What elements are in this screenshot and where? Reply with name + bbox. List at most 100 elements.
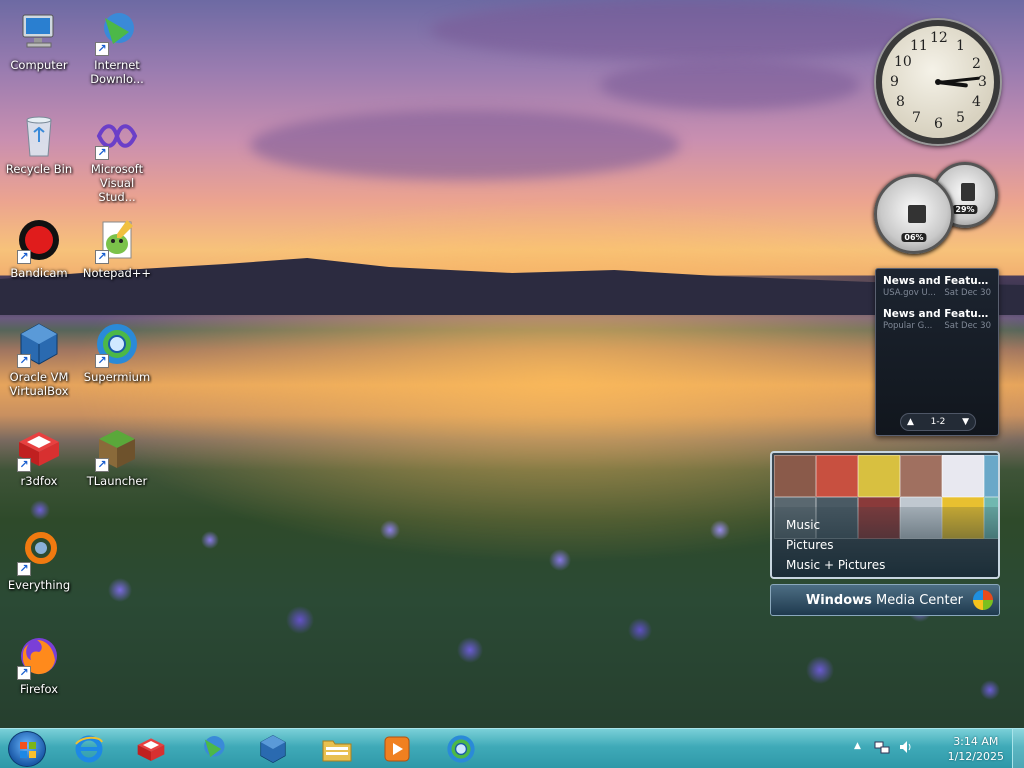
shortcut-arrow-icon: ↗ bbox=[95, 250, 109, 264]
cpu-meter-gadget[interactable]: 29% 06% bbox=[874, 160, 1000, 254]
taskbar: ▲ 3:14 AM 1/12/2025 bbox=[0, 728, 1024, 768]
desktop-icon-label: Everything bbox=[7, 578, 71, 592]
media-center-menu: Music Pictures Music + Pictures bbox=[772, 507, 998, 577]
media-menu-music-pictures[interactable]: Music + Pictures bbox=[786, 555, 984, 575]
shortcut-arrow-icon: ↗ bbox=[95, 458, 109, 472]
feed-page-indicator: 1-2 bbox=[930, 417, 946, 427]
shortcut-arrow-icon: ↗ bbox=[17, 250, 31, 264]
firefox-icon: ↗ bbox=[15, 632, 63, 680]
desktop-icon-tlauncher[interactable]: ↗ TLauncher bbox=[80, 424, 154, 488]
desktop-icon-label: Microsoft Visual Stud... bbox=[90, 162, 144, 204]
internet-download-manager-icon: ↗ bbox=[93, 8, 141, 56]
show-desktop-button[interactable] bbox=[1012, 729, 1024, 768]
desktop-icon-label: Supermium bbox=[83, 370, 151, 384]
clock-numeral: 9 bbox=[890, 74, 899, 90]
visual-studio-icon: ↗ bbox=[93, 112, 141, 160]
desktop-icon-label: Notepad++ bbox=[82, 266, 152, 280]
feed-prev-button[interactable]: ▲ bbox=[907, 417, 914, 427]
desktop-icon-r3dfox[interactable]: ↗ r3dfox bbox=[2, 424, 76, 488]
desktop-icon-label: Bandicam bbox=[10, 266, 68, 280]
media-thumbnail bbox=[816, 455, 858, 497]
taskbar-media-player[interactable] bbox=[370, 732, 424, 766]
feed-item[interactable]: News and Features f... USA.gov U... Sat … bbox=[876, 269, 998, 298]
memory-value: 29% bbox=[952, 205, 978, 214]
media-menu-pictures[interactable]: Pictures bbox=[786, 535, 984, 555]
taskbar-internet-download-manager[interactable] bbox=[186, 732, 240, 766]
clock-gadget[interactable]: 12 1 2 3 4 5 6 7 8 9 10 11 bbox=[876, 20, 1000, 144]
virtualbox-icon bbox=[260, 734, 286, 764]
media-center-launch-bar[interactable]: Windows Media Center bbox=[770, 584, 1000, 616]
media-thumbnail bbox=[900, 455, 942, 497]
shortcut-arrow-icon: ↗ bbox=[95, 146, 109, 160]
cpu-chip-icon bbox=[908, 205, 926, 223]
feed-item-title: News and Feature... bbox=[883, 308, 991, 320]
wallpaper-cloud bbox=[250, 110, 680, 180]
clock-numeral: 2 bbox=[972, 56, 981, 72]
supermium-icon: ↗ bbox=[93, 320, 141, 368]
feed-item-date: Sat Dec 30 bbox=[944, 288, 991, 298]
feed-next-button[interactable]: ▼ bbox=[962, 417, 969, 427]
media-thumbnail bbox=[984, 455, 998, 497]
desktop-icon-firefox[interactable]: ↗ Firefox bbox=[2, 632, 76, 696]
taskbar-file-explorer[interactable] bbox=[310, 732, 364, 766]
show-hidden-icons-button[interactable]: ▲ bbox=[854, 741, 861, 751]
windows-logo-icon bbox=[973, 590, 993, 610]
bandicam-icon: ↗ bbox=[15, 216, 63, 264]
desktop-icon-label: Oracle VM VirtualBox bbox=[9, 370, 69, 398]
desktop-icon-label: TLauncher bbox=[86, 474, 148, 488]
feed-item-source: USA.gov U... bbox=[883, 288, 936, 298]
clock-numeral: 1 bbox=[956, 38, 965, 54]
feed-item[interactable]: News and Feature... Popular G... Sat Dec… bbox=[876, 298, 998, 331]
volume-icon[interactable] bbox=[898, 739, 914, 755]
internet-explorer-icon bbox=[75, 735, 103, 763]
media-menu-music[interactable]: Music bbox=[786, 515, 984, 535]
desktop-icon-label: r3dfox bbox=[20, 474, 58, 488]
shortcut-arrow-icon: ↗ bbox=[17, 666, 31, 680]
shortcut-arrow-icon: ↗ bbox=[95, 354, 109, 368]
computer-icon bbox=[15, 8, 63, 56]
start-button[interactable] bbox=[8, 731, 46, 767]
system-date: 1/12/2025 bbox=[947, 750, 1004, 763]
taskbar-supermium[interactable] bbox=[434, 732, 488, 766]
system-time: 3:14 AM bbox=[953, 735, 999, 748]
file-explorer-icon bbox=[322, 740, 352, 762]
r3dfox-icon bbox=[137, 738, 165, 761]
desktop-icon-supermium[interactable]: ↗ Supermium bbox=[80, 320, 154, 384]
desktop-icon-label: Firefox bbox=[19, 682, 59, 696]
virtualbox-icon: ↗ bbox=[15, 320, 63, 368]
taskbar-virtualbox[interactable] bbox=[246, 732, 300, 766]
system-clock[interactable]: 3:14 AM 1/12/2025 bbox=[948, 734, 1004, 764]
desktop-icon-bandicam[interactable]: ↗ Bandicam bbox=[2, 216, 76, 280]
desktop-icon-internet-download-manager[interactable]: ↗ Internet Downlo... bbox=[80, 8, 154, 86]
clock-center-pin bbox=[935, 79, 941, 85]
taskbar-internet-explorer[interactable] bbox=[62, 732, 116, 766]
media-center-brand-rest: Media Center bbox=[871, 592, 963, 608]
network-icon[interactable] bbox=[874, 739, 890, 755]
desktop-icon-visual-studio[interactable]: ↗ Microsoft Visual Stud... bbox=[80, 112, 154, 204]
desktop-icon-virtualbox[interactable]: ↗ Oracle VM VirtualBox bbox=[2, 320, 76, 398]
feed-headlines-gadget[interactable]: News and Features f... USA.gov U... Sat … bbox=[875, 268, 999, 436]
taskbar-r3dfox[interactable] bbox=[124, 732, 178, 766]
clock-numeral: 10 bbox=[894, 54, 912, 70]
shortcut-arrow-icon: ↗ bbox=[95, 42, 109, 56]
media-center-gadget[interactable]: Music Pictures Music + Pictures Windows … bbox=[770, 451, 1000, 616]
desktop-icon-label: Recycle Bin bbox=[5, 162, 73, 176]
notepad-plus-plus-icon: ↗ bbox=[93, 216, 141, 264]
feed-item-date: Sat Dec 30 bbox=[944, 321, 991, 331]
feed-pager: ▲ 1-2 ▼ bbox=[900, 413, 976, 431]
cpu-gauge: 06% bbox=[874, 174, 954, 254]
clock-numeral: 7 bbox=[912, 110, 921, 126]
recycle-bin-icon bbox=[15, 112, 63, 160]
desktop-icon-everything[interactable]: ↗ Everything bbox=[2, 528, 76, 592]
desktop-icon-recycle-bin[interactable]: Recycle Bin bbox=[2, 112, 76, 176]
wallpaper-cloud bbox=[430, 0, 950, 60]
everything-search-icon: ↗ bbox=[15, 528, 63, 576]
desktop-icon-computer[interactable]: Computer bbox=[2, 8, 76, 72]
notification-area: ▲ 3:14 AM 1/12/2025 bbox=[854, 729, 1024, 768]
clock-numeral: 12 bbox=[930, 30, 948, 46]
r3dfox-icon: ↗ bbox=[15, 424, 63, 472]
clock-numeral: 4 bbox=[972, 94, 981, 110]
cpu-value: 06% bbox=[901, 233, 927, 242]
desktop-icon-notepad-plus-plus[interactable]: ↗ Notepad++ bbox=[80, 216, 154, 280]
wallpaper-cloud bbox=[600, 60, 860, 110]
